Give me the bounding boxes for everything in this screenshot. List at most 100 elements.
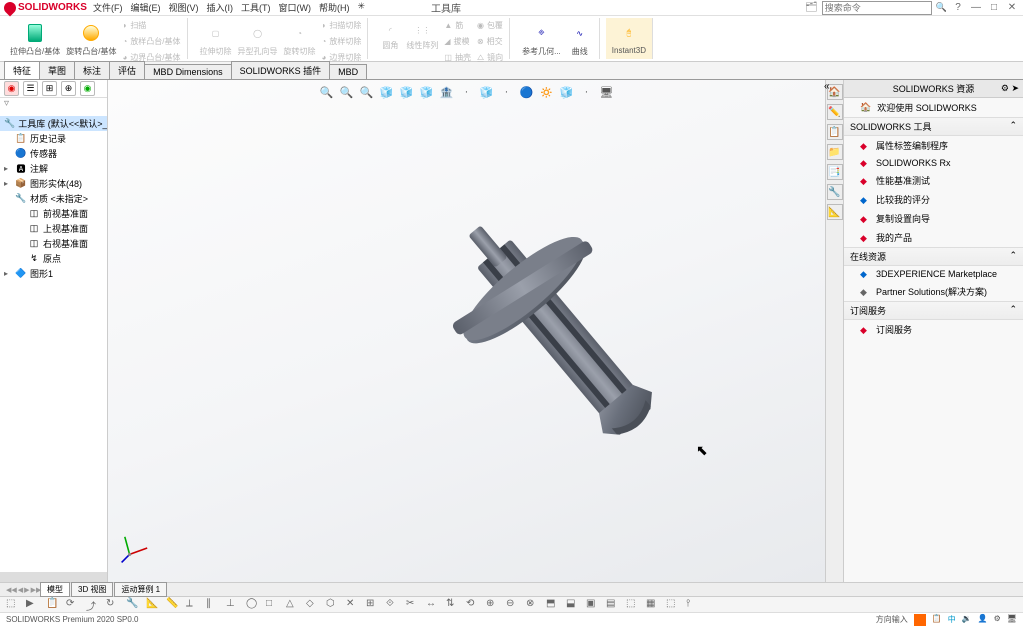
mirror-button[interactable]: ⧋镜向 [475,50,505,65]
resources-section-header[interactable]: 在线资源⌃ [844,247,1023,266]
menu-view[interactable]: 视图(V) [166,1,202,13]
menu-edit[interactable]: 编辑(E) [128,1,164,13]
view-tool-13[interactable]: · [579,84,595,100]
sketch-tool-26[interactable]: ⊗ [526,598,540,612]
sketch-tool-13[interactable]: □ [266,598,280,612]
menu-help[interactable]: 帮助(H) [316,1,353,13]
sketch-tool-25[interactable]: ⊖ [506,598,520,612]
sketch-tool-3[interactable]: ⟳ [66,598,80,612]
view-tool-14[interactable]: 🖥 [599,84,615,100]
tree-item[interactable]: 🔧材质 <未指定> [0,191,107,206]
tree-item[interactable]: 📋历史记录 [0,131,107,146]
bottom-tab-motion[interactable]: 运动算例 1 [114,582,167,597]
tab-first-icon[interactable]: ◀◀ [6,586,17,594]
tree-item[interactable]: 🔵传感器 [0,146,107,161]
tray-lang-icon[interactable]: 📋 [932,614,942,626]
sketch-tool-8[interactable]: 📏 [166,598,180,612]
menu-insert[interactable]: 插入(I) [204,1,237,13]
tree-item[interactable]: ◫上视基准面 [0,221,107,236]
view-tool-11[interactable]: 🔅 [539,84,555,100]
dimxpert-icon[interactable]: ⊕ [61,81,76,96]
sketch-tool-19[interactable]: ⟐ [386,598,400,612]
tray-monitor-icon[interactable]: 🖥 [1007,614,1017,626]
tab-evaluate[interactable]: 评估 [109,61,145,79]
tree-arrow-icon[interactable]: ▸ [4,164,12,173]
sketch-tool-15[interactable]: ◇ [306,598,320,612]
view-tool-5[interactable]: 🧊 [419,84,435,100]
tab-mbd[interactable]: MBD [329,64,367,79]
sketch-tool-1[interactable]: ▶ [26,598,40,612]
revolve-cut-button[interactable]: ◔ 旋转切除 [282,18,318,59]
refgeo-button[interactable]: 🞜 参考几何... [520,18,563,59]
sketch-tool-4[interactable]: ⤴ [86,598,100,612]
draft-button[interactable]: ◢拔模 [442,34,473,49]
loft-cut-button[interactable]: ◔放样切除 [320,34,364,49]
view-tool-8[interactable]: 🧊 [479,84,495,100]
view-tool-6[interactable]: 🏦 [439,84,455,100]
menu-window[interactable]: 窗口(W) [276,1,315,13]
resources-link[interactable]: ◆复制设置向导 [844,209,1023,228]
config-manager-icon[interactable]: ⊞ [42,81,57,96]
display-manager-icon[interactable]: ◉ [80,81,95,96]
sketch-tool-0[interactable]: ⬚ [6,598,20,612]
instant3d-button[interactable]: 🖰 Instant3D [610,18,648,57]
search-input[interactable] [822,1,932,15]
view-tool-10[interactable]: 🔵 [519,84,535,100]
tray-net-icon[interactable]: 👤 [978,614,988,626]
sketch-tool-6[interactable]: 🔧 [126,598,140,612]
tray-gear-icon[interactable]: ⚙ [994,614,1001,626]
feature-manager-icon[interactable]: ◉ [4,81,19,96]
3d-model[interactable] [418,190,698,470]
close-button[interactable]: ✕ [1005,1,1019,15]
view-tool-4[interactable]: 🧊 [399,84,415,100]
task-tab-4[interactable]: 📑 [827,164,843,180]
sketch-tool-22[interactable]: ⇅ [446,598,460,612]
menu-star[interactable]: ✳ [355,1,369,13]
sketch-tool-33[interactable]: ⬚ [666,598,680,612]
sweep-cut-button[interactable]: ◗扫描切除 [320,18,364,33]
sketch-tool-10[interactable]: ∥ [206,598,220,612]
resources-section-header[interactable]: SOLIDWORKS 工具⌃ [844,117,1023,136]
sketch-tool-31[interactable]: ⬚ [626,598,640,612]
tree-arrow-icon[interactable]: ▸ [4,269,12,278]
pin-icon[interactable]: ➤ [1011,83,1019,93]
bottom-tab-model[interactable]: 模型 [40,582,70,597]
rib-button[interactable]: ▲筋 [442,18,473,33]
view-tool-3[interactable]: 🧊 [379,84,395,100]
task-tab-1[interactable]: ✏️ [827,104,843,120]
tree-arrow-icon[interactable]: ▸ [4,179,12,188]
sketch-tool-32[interactable]: ▦ [646,598,660,612]
extrude-cut-button[interactable]: ▢ 拉伸切除 [198,18,234,59]
filter-icon[interactable]: ▿ [4,98,9,109]
tab-sketch[interactable]: 草图 [39,61,75,79]
tab-last-icon[interactable]: ▶▶ [31,586,42,594]
resources-link[interactable]: ◆3DEXPERIENCE Marketplace [844,266,1023,282]
shell-button[interactable]: ◫抽壳 [442,50,473,65]
sketch-tool-16[interactable]: ⬡ [326,598,340,612]
sketch-tool-14[interactable]: △ [286,598,300,612]
welcome-link[interactable]: 🏠 欢迎使用 SOLIDWORKS [844,98,1023,117]
tray-sound-icon[interactable]: 🔉 [962,614,972,626]
sketch-tool-17[interactable]: ✕ [346,598,360,612]
view-tool-12[interactable]: 🧊 [559,84,575,100]
sketch-tool-29[interactable]: ▣ [586,598,600,612]
extrude-button[interactable]: 拉伸凸台/基体 [8,18,62,59]
tray-icon-1[interactable] [914,614,926,626]
revolve-button[interactable]: 旋转凸台/基体 [64,18,118,59]
sketch-tool-20[interactable]: ✂ [406,598,420,612]
sketch-tool-24[interactable]: ⊕ [486,598,500,612]
tab-mbd-dimensions[interactable]: MBD Dimensions [144,64,232,79]
curves-button[interactable]: ∿ 曲线 [565,18,595,59]
minimize-button[interactable]: — [969,1,983,15]
bottom-tab-3dview[interactable]: 3D 视图 [71,582,113,597]
sketch-tool-11[interactable]: ⊥ [226,598,240,612]
view-tool-0[interactable]: 🔍 [319,84,335,100]
search-glass-icon[interactable]: 🔍 [936,2,947,13]
tree-item[interactable]: ▸🅰注解 [0,161,107,176]
tree-item[interactable]: ▸🔷图形1 [0,266,107,281]
tree-item[interactable]: ▸📦图形实体(48) [0,176,107,191]
view-tool-2[interactable]: 🔍 [359,84,375,100]
resources-link[interactable]: ◆订阅服务 [844,320,1023,339]
view-triad[interactable] [120,532,152,564]
tab-markup[interactable]: 标注 [74,61,110,79]
